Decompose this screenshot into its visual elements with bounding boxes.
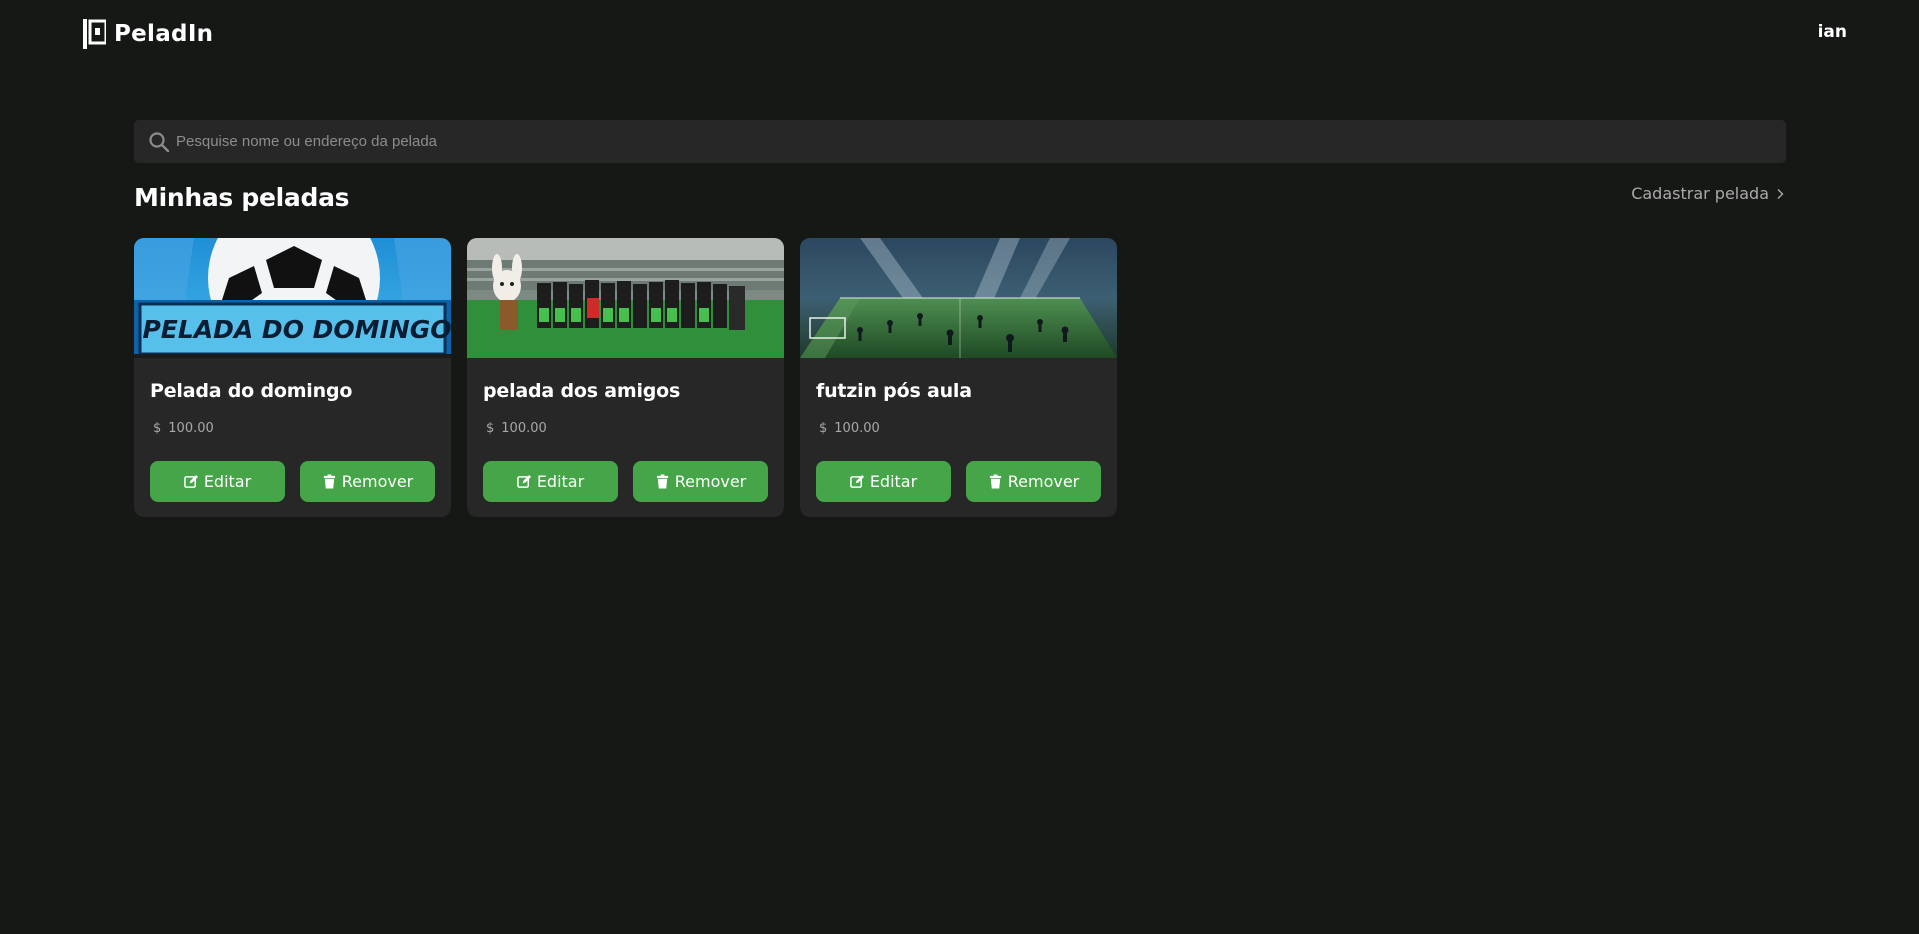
search-bar <box>134 120 1786 163</box>
brand-name: PeladIn <box>114 21 214 47</box>
remove-label: Remover <box>1007 472 1080 491</box>
pelada-price: $ 100.00 <box>486 421 547 436</box>
search-icon <box>149 131 170 152</box>
edit-label: Editar <box>203 472 252 491</box>
page-title: Minhas peladas <box>134 183 350 212</box>
edit-button[interactable]: Editar <box>816 461 951 502</box>
trash-icon <box>989 474 1001 489</box>
price-value: 100.00 <box>501 421 547 436</box>
edit-button[interactable]: Editar <box>150 461 285 502</box>
pelada-title: pelada dos amigos <box>483 380 681 402</box>
pelada-card-list: PELADA DO DOMINGO Pelada do domingo $ 10… <box>134 238 1117 517</box>
trash-icon <box>323 474 335 489</box>
price-value: 100.00 <box>168 421 214 436</box>
edit-icon <box>517 474 531 488</box>
edit-label: Editar <box>536 472 585 491</box>
currency-symbol: $ <box>153 421 162 436</box>
edit-icon <box>184 474 198 488</box>
register-pelada-link[interactable]: Cadastrar pelada <box>1631 184 1785 203</box>
user-menu[interactable]: ian <box>1818 22 1847 42</box>
price-value: 100.00 <box>834 421 880 436</box>
remove-label: Remover <box>674 472 747 491</box>
pelada-title: futzin pós aula <box>816 380 972 402</box>
pelada-card[interactable]: PELADA DO DOMINGO Pelada do domingo $ 10… <box>134 238 451 517</box>
pelada-title: Pelada do domingo <box>150 380 353 402</box>
pelada-card[interactable]: futzin pós aula $ 100.00 Editar Remover <box>800 238 1117 517</box>
remove-button[interactable]: Remover <box>966 461 1101 502</box>
chevron-right-icon <box>1777 188 1784 199</box>
remove-label: Remover <box>341 472 414 491</box>
top-header: PeladIn ian <box>0 0 1919 66</box>
currency-symbol: $ <box>486 421 495 436</box>
pelada-image-text: PELADA DO DOMINGO <box>142 315 451 344</box>
currency-symbol: $ <box>819 421 828 436</box>
pelada-price: $ 100.00 <box>819 421 880 436</box>
remove-button[interactable]: Remover <box>633 461 768 502</box>
edit-label: Editar <box>869 472 918 491</box>
pelada-image: PELADA DO DOMINGO <box>134 238 451 358</box>
trash-icon <box>656 474 668 489</box>
search-input[interactable] <box>176 120 1786 163</box>
edit-button[interactable]: Editar <box>483 461 618 502</box>
pelada-price: $ 100.00 <box>153 421 214 436</box>
edit-icon <box>850 474 864 488</box>
pelada-image <box>800 238 1117 358</box>
remove-button[interactable]: Remover <box>300 461 435 502</box>
brand-logo[interactable]: PeladIn <box>83 18 213 50</box>
register-pelada-label: Cadastrar pelada <box>1631 184 1769 203</box>
pelada-card[interactable]: pelada dos amigos $ 100.00 Editar Remove… <box>467 238 784 517</box>
peladin-logo-icon <box>83 19 106 49</box>
pelada-image <box>467 238 784 358</box>
